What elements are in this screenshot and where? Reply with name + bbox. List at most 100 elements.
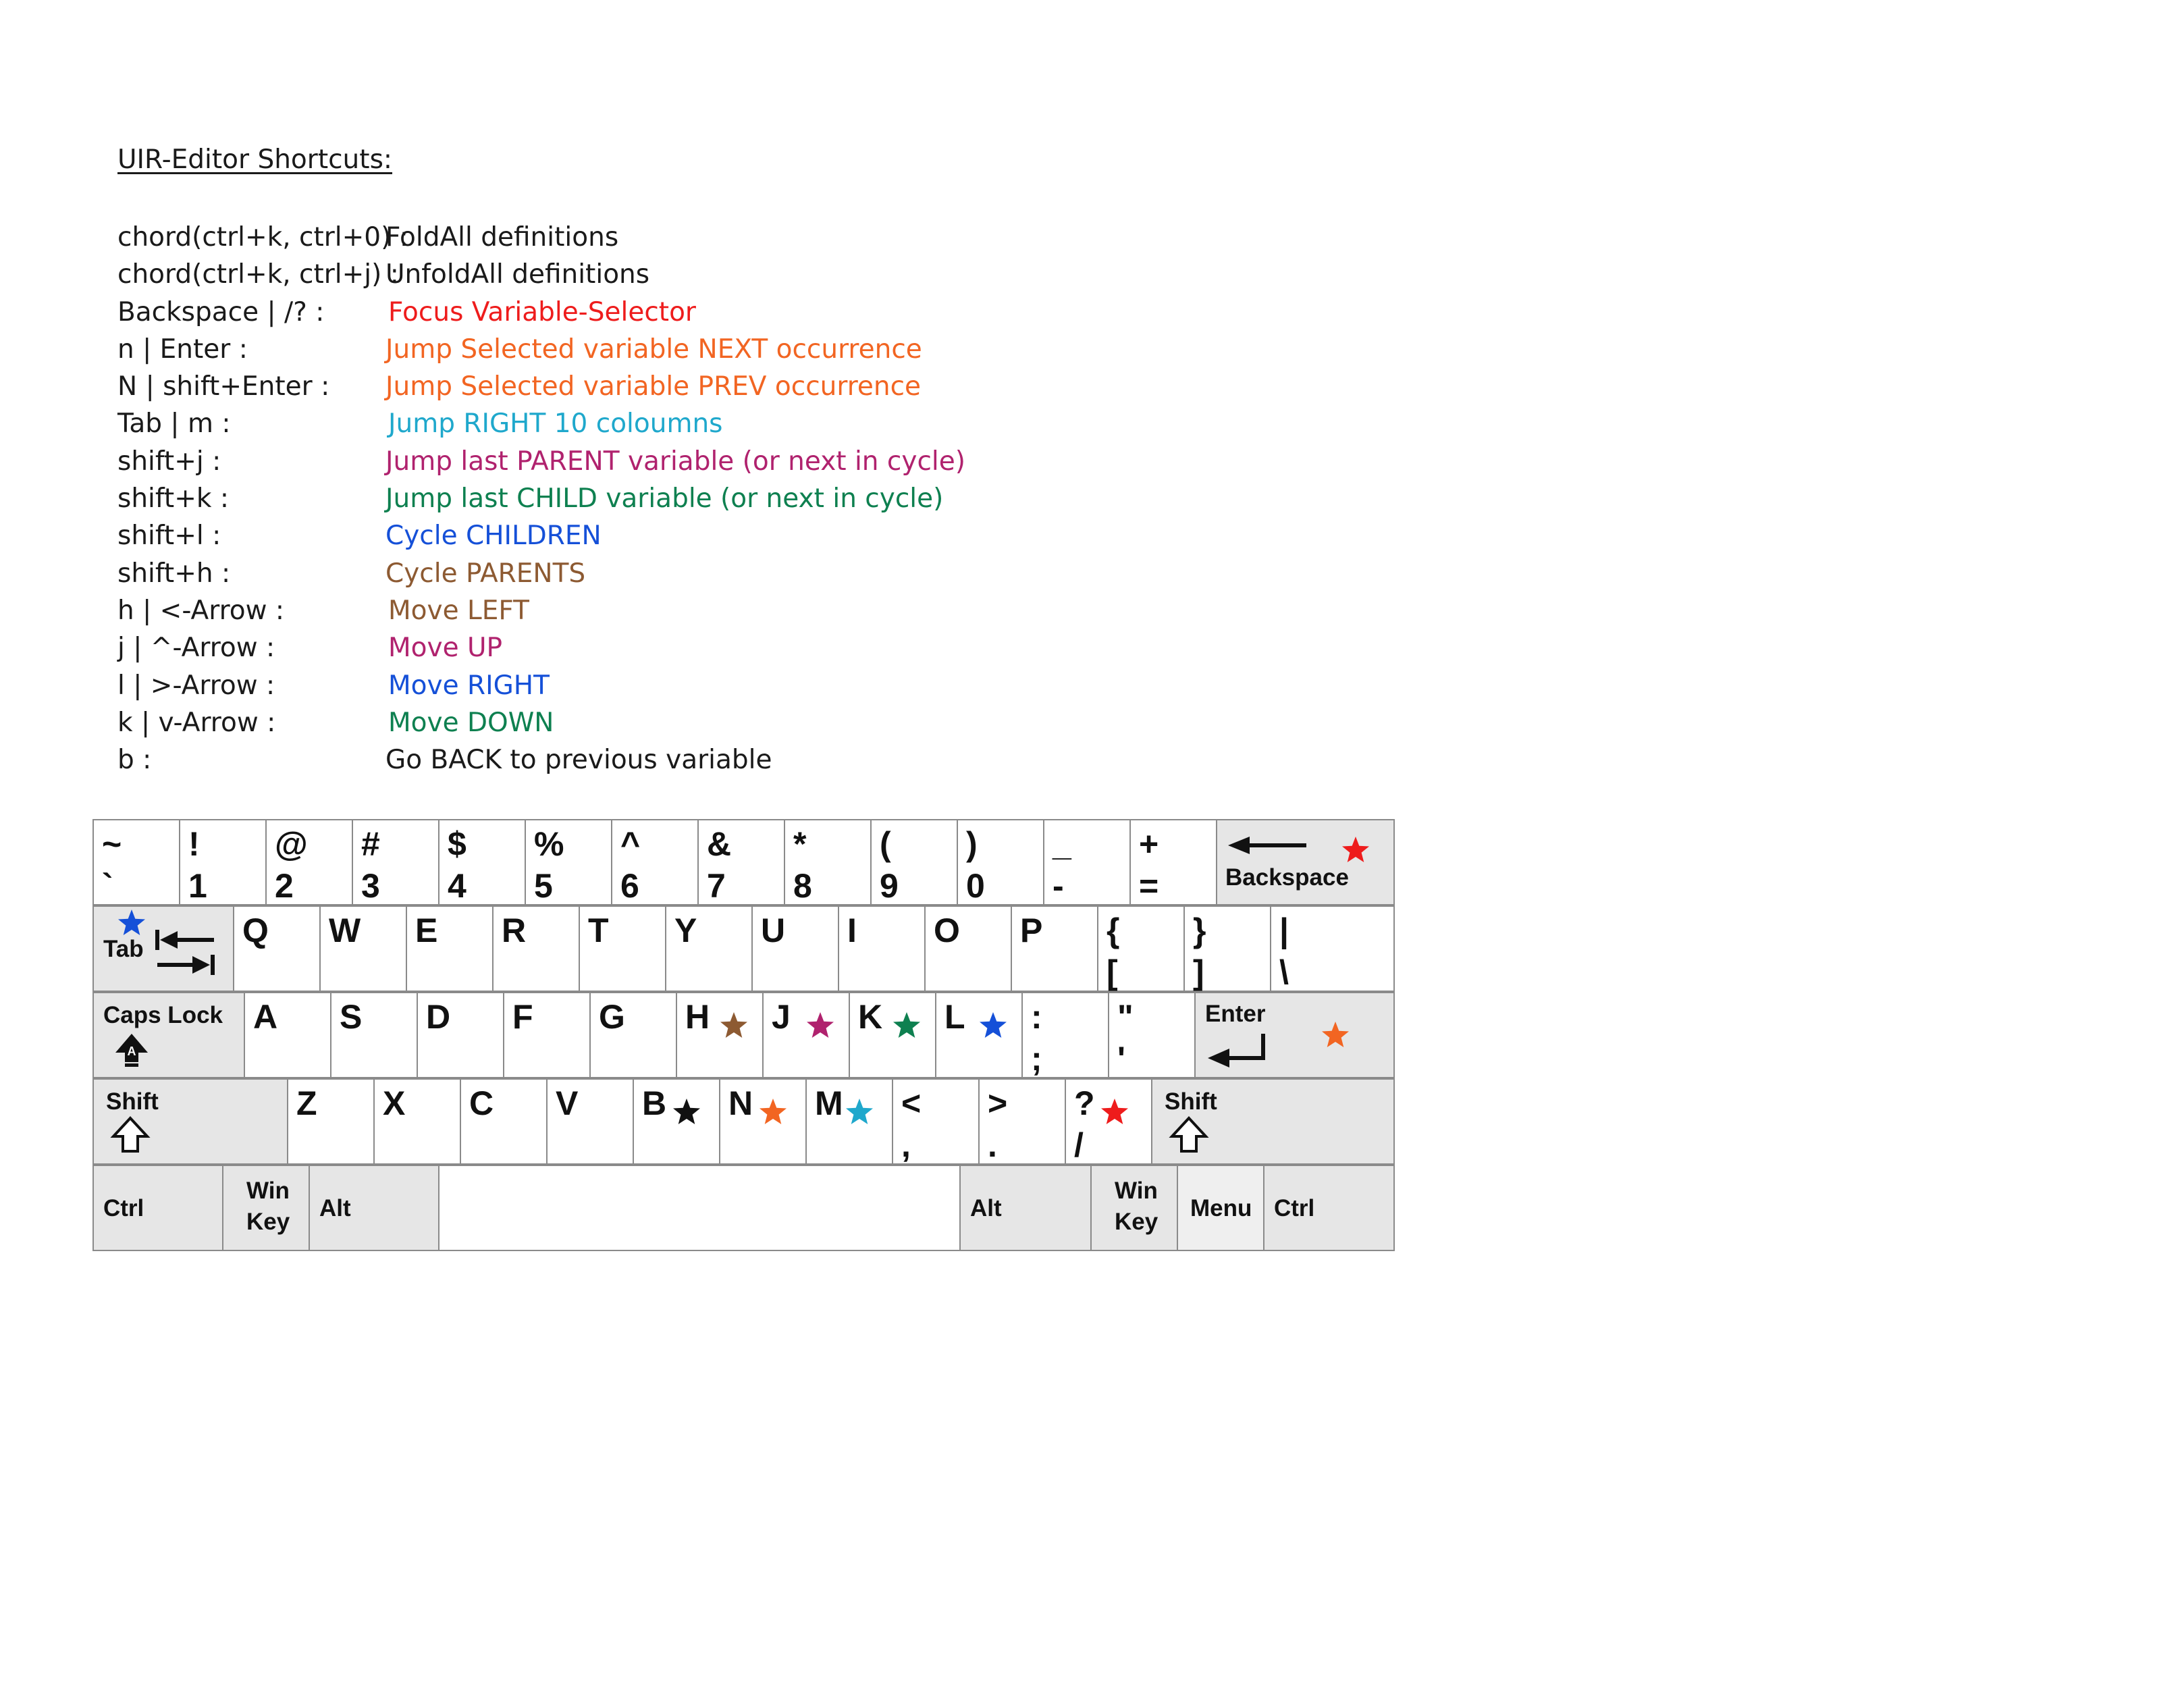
key-label: O	[934, 912, 960, 949]
key-label: -	[1053, 867, 1064, 905]
shortcut-description: Focus Variable-Selector	[388, 296, 696, 327]
key-tab: Tab	[92, 905, 234, 992]
key-1: ! 1	[179, 819, 267, 905]
key-label: .	[988, 1126, 997, 1164]
key-lbracket: {[	[1097, 905, 1185, 992]
star-icon	[118, 909, 145, 935]
shortcut-key: shift+h :	[117, 558, 231, 589]
key-label: ^	[620, 825, 641, 863]
key-label: !	[188, 825, 200, 863]
key-lshift: Shift	[92, 1078, 288, 1165]
key-0: ) 0	[957, 819, 1044, 905]
svg-text:A: A	[128, 1045, 136, 1058]
key-label: B	[642, 1084, 667, 1122]
key-j: J	[762, 992, 850, 1078]
key-label: A	[253, 998, 278, 1036]
key-6: ^ 6	[611, 819, 699, 905]
star-icon	[673, 1099, 700, 1124]
key-label: 2	[275, 867, 294, 905]
shortcut-description: Cycle CHILDREN	[385, 521, 602, 552]
key-a: A	[244, 992, 331, 1078]
key-label: L	[944, 998, 965, 1036]
shortcut-row: shift+l : Cycle CHILDREN	[117, 517, 995, 554]
key-label: &	[707, 825, 732, 863]
key-label: '	[1117, 1040, 1125, 1078]
key-m: M	[805, 1078, 893, 1165]
key-space	[438, 1165, 961, 1251]
key-label: Ctrl	[103, 1195, 144, 1221]
shortcut-row: l | >-Arrow : Move RIGHT	[117, 667, 995, 704]
shortcut-description: Cycle PARENTS	[385, 558, 586, 589]
key-label: G	[599, 998, 625, 1036]
shortcut-row: b : Go BACK to previous variable	[117, 741, 995, 779]
key-label: Tab	[103, 936, 144, 962]
key-label: N	[728, 1084, 753, 1122]
shortcut-key: shift+j :	[117, 446, 221, 477]
key-label: *	[793, 825, 807, 863]
shortcut-row: n | Enter : Jump Selected variable NEXT o…	[117, 331, 995, 368]
shortcut-row: chord(ctrl+k, ctrl+j) : UnfoldAll definit…	[117, 256, 995, 293]
shortcut-description: Move DOWN	[388, 707, 554, 738]
key-label: #	[361, 825, 380, 863]
star-icon	[720, 1012, 747, 1038]
key-x: X	[373, 1078, 461, 1165]
keyboard-row: ~ `! 1 @2 #3 $4% 5 ^ 6 & 7 * 8(9) 0 _ - + = Backspace	[92, 819, 1395, 905]
key-lalt: Alt	[309, 1165, 440, 1251]
key-slash: ? /	[1065, 1078, 1152, 1165]
shortcut-description: Jump Selected variable NEXT occurrence	[385, 334, 922, 365]
key-label: @	[275, 825, 308, 863]
key-label: Shift	[1165, 1088, 1217, 1115]
shortcut-description: Move UP	[388, 633, 503, 664]
key-label: Alt	[319, 1195, 351, 1221]
key-label: =	[1139, 867, 1159, 905]
key-i: I	[838, 905, 926, 992]
key-5: % 5	[525, 819, 612, 905]
key-e: E	[406, 905, 494, 992]
star-icon	[807, 1012, 834, 1038]
key-label: E	[415, 912, 438, 949]
key-label: Ctrl	[1274, 1195, 1315, 1221]
key-7: & 7	[697, 819, 785, 905]
key-label: J	[772, 998, 791, 1036]
key-label: T	[588, 912, 609, 949]
key-o: O	[924, 905, 1012, 992]
key-label: ,	[901, 1126, 911, 1164]
key-label: C	[469, 1084, 494, 1122]
key-label: F	[512, 998, 533, 1036]
key-n: N	[719, 1078, 807, 1165]
star-icon	[893, 1012, 920, 1038]
shortcut-row: shift+k : Jump last CHILD variable (or ne…	[117, 480, 995, 517]
shortcut-key: Tab | m :	[117, 408, 231, 440]
key-s: S	[330, 992, 418, 1078]
key-label: /	[1074, 1126, 1084, 1164]
key-u: U	[751, 905, 839, 992]
key-enter: Enter	[1194, 992, 1395, 1078]
key-label: Caps Lock	[103, 1002, 223, 1028]
key-label: 3	[361, 867, 380, 905]
star-icon	[1322, 1022, 1349, 1047]
key-k: K	[849, 992, 936, 1078]
enter-arrow-icon	[1208, 1034, 1265, 1067]
shortcut-row: Tab | m : Jump RIGHT 10 coloumns	[117, 405, 995, 442]
key-rshift: Shift	[1151, 1078, 1395, 1165]
shortcut-description: Go BACK to previous variable	[385, 745, 772, 776]
key-label: [	[1107, 953, 1118, 991]
key-backslash: | \	[1270, 905, 1395, 992]
star-icon	[980, 1012, 1007, 1038]
key-rbracket: }]	[1183, 905, 1271, 992]
key-menu: Menu	[1177, 1165, 1264, 1251]
shortcut-key: chord(ctrl+k, ctrl+0) :	[117, 222, 408, 253]
key-p: P	[1011, 905, 1098, 992]
key-z: Z	[287, 1078, 375, 1165]
key-label: >	[988, 1084, 1008, 1122]
key-label: +	[1139, 825, 1159, 863]
caps-lock-icon: A	[115, 1034, 148, 1067]
shortcut-key: shift+k :	[117, 483, 230, 515]
shortcut-row: k | v-Arrow : Move DOWN	[117, 704, 995, 741]
shortcut-description: Move LEFT	[388, 595, 529, 626]
star-icon	[1101, 1099, 1128, 1124]
key-label: Menu	[1190, 1195, 1252, 1221]
key-4: $4	[438, 819, 526, 905]
star-icon	[1342, 837, 1369, 862]
key-label: Win Key	[246, 1178, 290, 1235]
